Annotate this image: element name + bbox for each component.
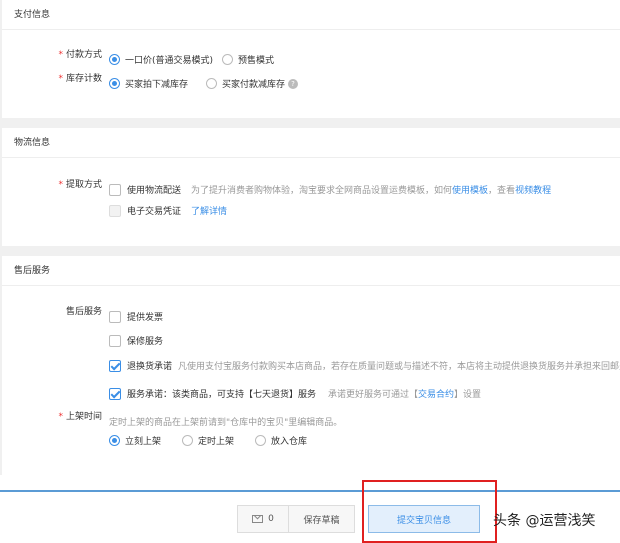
watermark: 头条 @运营浅笑	[493, 513, 596, 529]
checkbox-label: 电子交易凭证	[127, 207, 182, 217]
label: 售后服务	[65, 306, 102, 317]
section-title: 售后服务	[2, 256, 620, 286]
return-promise-checkbox[interactable]	[109, 359, 121, 372]
option-label: 立刻上架	[125, 437, 162, 447]
checkbox-label: 保修服务	[127, 337, 164, 347]
radio-icon[interactable]	[109, 78, 120, 89]
e-voucher-checkbox	[109, 204, 121, 217]
mail-icon	[252, 515, 264, 523]
checkbox-label: 使用物流配送	[127, 186, 182, 196]
section-title: 物流信息	[2, 128, 620, 158]
label: * 上架时间	[58, 411, 102, 422]
option-label: 定时上架	[198, 437, 235, 447]
radio-list-now[interactable]: 立刻上架	[109, 434, 161, 447]
label: * 付款方式	[58, 49, 102, 60]
label: * 库存计数	[58, 73, 102, 84]
payment-panel: 支付信息 * 付款方式 一口价(普通交易模式) 预售模式 * 库存计数 买家拍下减库…	[2, 0, 620, 118]
option-label: 一口价(普通交易模式)	[125, 56, 214, 66]
logistics-panel: 物流信息 * 提取方式 使用物流配送 为了提升消费者购物体验，淘宝要求全网商品设置…	[2, 128, 620, 246]
message-count: 0	[268, 514, 274, 524]
message-button[interactable]: 0	[237, 505, 289, 533]
radio-icon[interactable]	[255, 435, 266, 446]
trade-contract-link[interactable]: 交易合约	[418, 390, 454, 400]
checkbox-label: 退换货承诺	[127, 362, 173, 372]
option-label: 放入仓库	[271, 437, 308, 447]
hint-text: ，查看	[488, 186, 516, 196]
option-label: 买家付款减库存	[222, 80, 286, 90]
help-icon[interactable]: ?	[288, 78, 299, 89]
radio-icon[interactable]	[182, 435, 193, 446]
option-label: 买家拍下减库存	[125, 80, 189, 90]
invoice-checkbox[interactable]	[109, 310, 121, 323]
option-label: 预售模式	[238, 56, 275, 66]
radio-icon[interactable]	[206, 78, 217, 89]
hint-text: 为了提升消费者购物体验，淘宝要求全网商品设置运费模板，如何	[191, 186, 453, 196]
radio-presale[interactable]: 预售模式	[222, 53, 274, 66]
checkbox-label: 服务承诺：该类商品，可支持【七天退货】服务	[127, 390, 317, 400]
video-tutorial-link[interactable]: 视频教程	[515, 186, 551, 196]
warranty-checkbox[interactable]	[109, 334, 121, 347]
use-logistics-checkbox[interactable]	[109, 183, 121, 196]
hint-text: 凡使用支付宝服务付款购买本店商品，若存在质量问题或与描述不符，本店将主动提供退换…	[178, 362, 620, 372]
radio-fixed-price[interactable]: 一口价(普通交易模式)	[109, 53, 213, 66]
hint-text: 定时上架的商品在上架前请到"仓库中的宝贝"里编辑商品。	[109, 418, 343, 428]
label: * 提取方式	[58, 179, 102, 190]
service-promise-checkbox[interactable]	[109, 387, 121, 400]
radio-icon[interactable]	[109, 435, 120, 446]
divider	[0, 490, 620, 492]
template-link[interactable]: 使用模板	[452, 186, 488, 196]
checkbox-label: 提供发票	[127, 313, 164, 323]
hint-text: 承诺更好服务可通过【	[328, 390, 419, 400]
highlight-box	[362, 480, 497, 543]
save-draft-button[interactable]: 保存草稿	[288, 505, 355, 533]
radio-icon[interactable]	[222, 54, 233, 65]
after-sale-panel: 售后服务 售后服务 提供发票 保修服务 退换货承诺 凡使用支付宝服务付款购买本店商…	[2, 256, 620, 475]
learn-more-link[interactable]: 了解详情	[191, 204, 227, 217]
radio-warehouse[interactable]: 放入仓库	[255, 434, 307, 447]
hint-text: 】设置	[454, 390, 482, 400]
radio-stock-on-order[interactable]: 买家拍下减库存	[109, 77, 188, 90]
radio-list-scheduled[interactable]: 定时上架	[182, 434, 234, 447]
radio-stock-on-pay[interactable]: 买家付款减库存?	[206, 77, 299, 90]
section-title: 支付信息	[2, 0, 620, 30]
radio-icon[interactable]	[109, 54, 120, 65]
